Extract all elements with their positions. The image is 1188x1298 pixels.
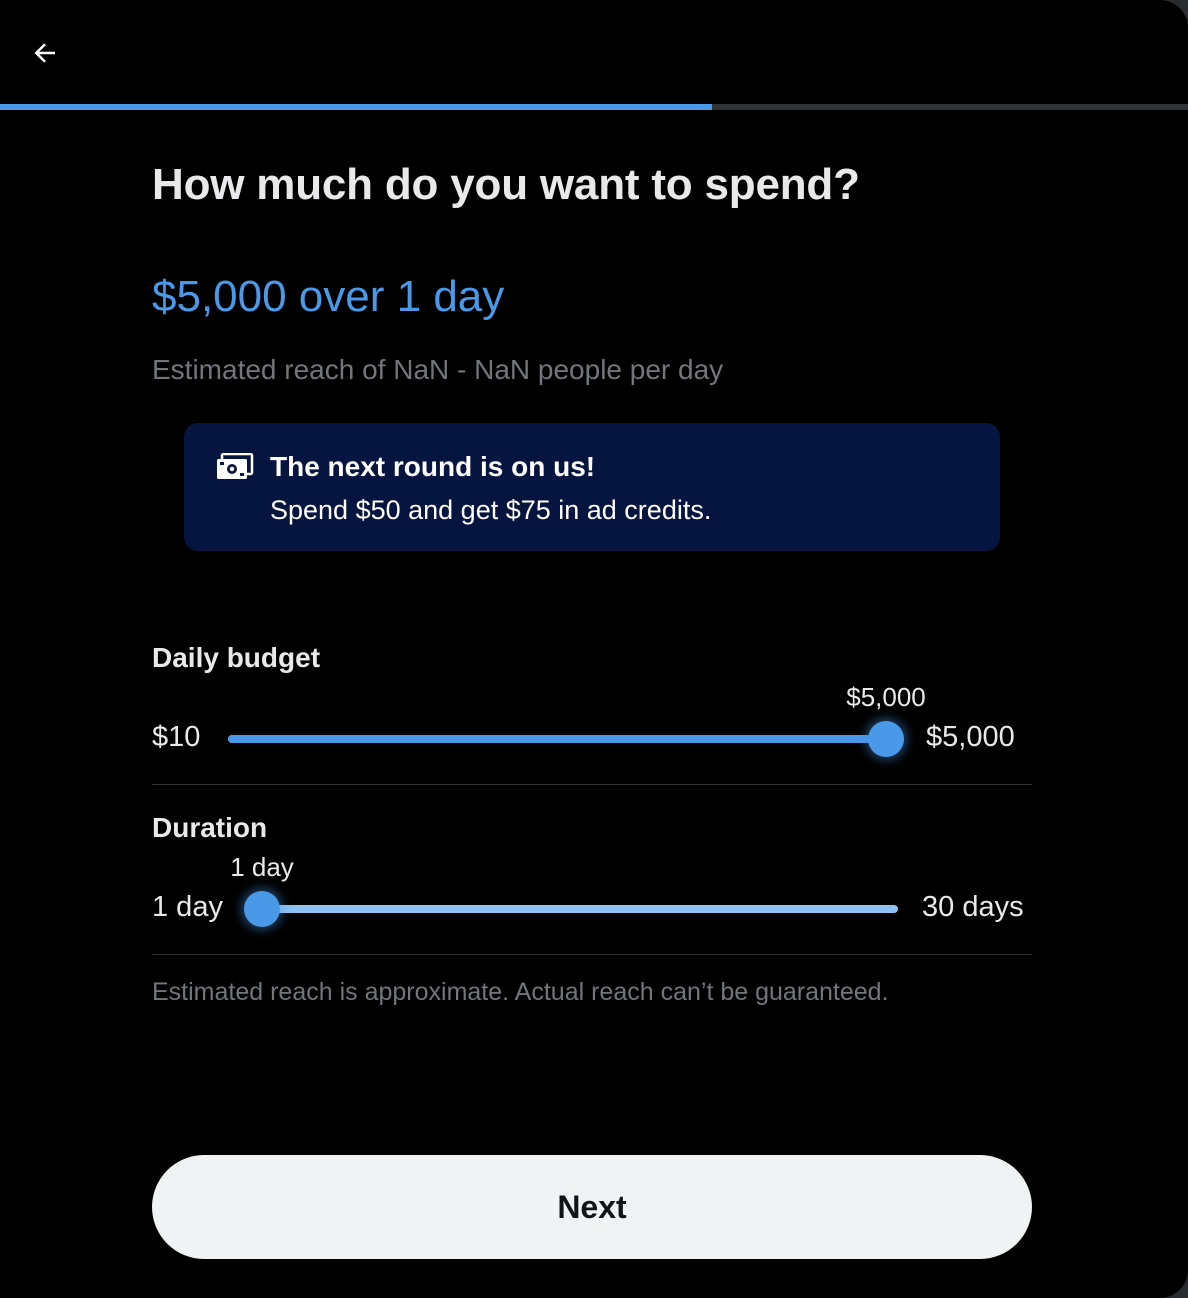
reach-estimate: Estimated reach of NaN - NaN people per …: [152, 354, 724, 385]
promo-banner: The next round is on us! Spend $50 and g…: [184, 423, 1000, 551]
promo-title: The next round is on us!: [270, 451, 596, 482]
arrow-left-icon: [34, 43, 55, 63]
duration-max: 30 days: [922, 891, 1024, 923]
progress-bar-fill: [0, 104, 712, 110]
spend-modal: How much do you want to spend? $5,000 ov…: [0, 0, 1188, 1298]
daily-budget-min: $10: [152, 721, 201, 753]
back-button[interactable]: [18, 26, 72, 80]
daily-budget-current-value: $5,000: [846, 682, 926, 712]
divider: [152, 954, 1032, 955]
progress-bar: [0, 104, 1188, 110]
daily-budget-max: $5,000: [926, 721, 1015, 753]
budget-summary: $5,000 over 1 day: [152, 272, 505, 321]
page-title: How much do you want to spend?: [152, 160, 860, 209]
duration-min: 1 day: [152, 891, 223, 923]
daily-budget-slider-fill: [228, 735, 886, 743]
duration-label: Duration: [152, 812, 268, 843]
divider: [152, 784, 1032, 785]
next-button[interactable]: Next: [152, 1155, 1032, 1259]
reach-disclaimer: Estimated reach is approximate. Actual r…: [152, 978, 889, 1006]
daily-budget-slider[interactable]: [228, 735, 886, 743]
duration-slider-thumb[interactable]: [244, 891, 280, 927]
duration-slider[interactable]: [262, 905, 898, 913]
daily-budget-label: Daily budget: [152, 642, 321, 673]
promo-text: Spend $50 and get $75 in ad credits.: [270, 495, 712, 525]
daily-budget-slider-thumb[interactable]: [868, 721, 904, 757]
duration-current-value: 1 day: [230, 852, 294, 882]
money-icon: [217, 453, 254, 479]
